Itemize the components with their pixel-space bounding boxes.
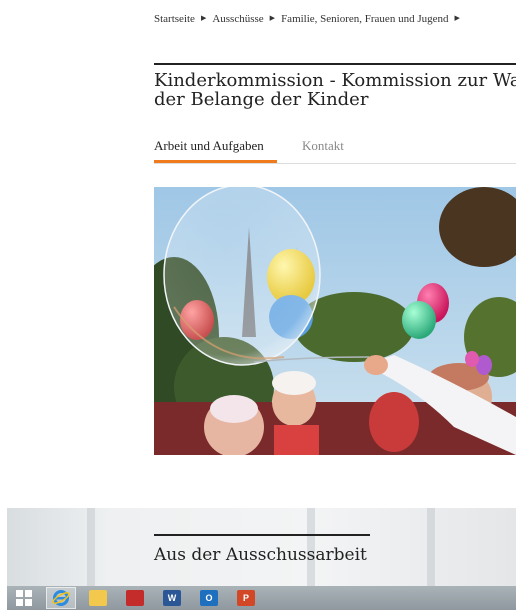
tab-bar: Arbeit und Aufgaben Kontakt (154, 138, 516, 164)
breadcrumb-arrow-icon: ▶ (200, 14, 207, 22)
windows-taskbar: W O P (7, 586, 516, 610)
breadcrumb: Startseite ▶ Ausschüsse ▶ Familie, Senio… (154, 12, 466, 26)
tab-kontakt[interactable]: Kontakt (302, 138, 344, 154)
committee-work-section: Aus der Ausschussarbeit (7, 508, 516, 586)
outlook-icon[interactable]: O (194, 587, 224, 609)
children-bubbles-photo (154, 187, 516, 455)
background-stripe (87, 508, 95, 586)
app-red-icon[interactable] (120, 587, 150, 609)
windows-start-icon[interactable] (9, 587, 39, 609)
word-icon[interactable]: W (157, 587, 187, 609)
tab-arbeit-und-aufgaben[interactable]: Arbeit und Aufgaben (154, 138, 264, 154)
breadcrumb-item-startseite[interactable]: Startseite (154, 13, 195, 25)
section-rule (154, 534, 370, 536)
breadcrumb-arrow-icon: ▶ (269, 14, 276, 22)
section-title: Aus der Ausschussarbeit (154, 545, 367, 565)
hero-image (154, 187, 516, 455)
breadcrumb-item-ausschuesse[interactable]: Ausschüsse (212, 13, 263, 25)
page-title: Kinderkommission - Kommission zur Wa der… (154, 71, 516, 109)
page-title-line2: der Belange der Kinder (154, 89, 369, 109)
page-title-line1: Kinderkommission - Kommission zur Wa (154, 71, 516, 91)
page: Startseite ▶ Ausschüsse ▶ Familie, Senio… (0, 0, 516, 610)
breadcrumb-item-familie[interactable]: Familie, Senioren, Frauen und Jugend (281, 13, 448, 25)
breadcrumb-arrow-icon: ▶ (454, 14, 460, 22)
active-tab-indicator (154, 160, 277, 163)
file-explorer-icon[interactable] (83, 587, 113, 609)
title-rule (154, 63, 516, 65)
powerpoint-icon[interactable]: P (231, 587, 261, 609)
internet-explorer-icon[interactable] (46, 587, 76, 609)
background-stripe (427, 508, 435, 586)
